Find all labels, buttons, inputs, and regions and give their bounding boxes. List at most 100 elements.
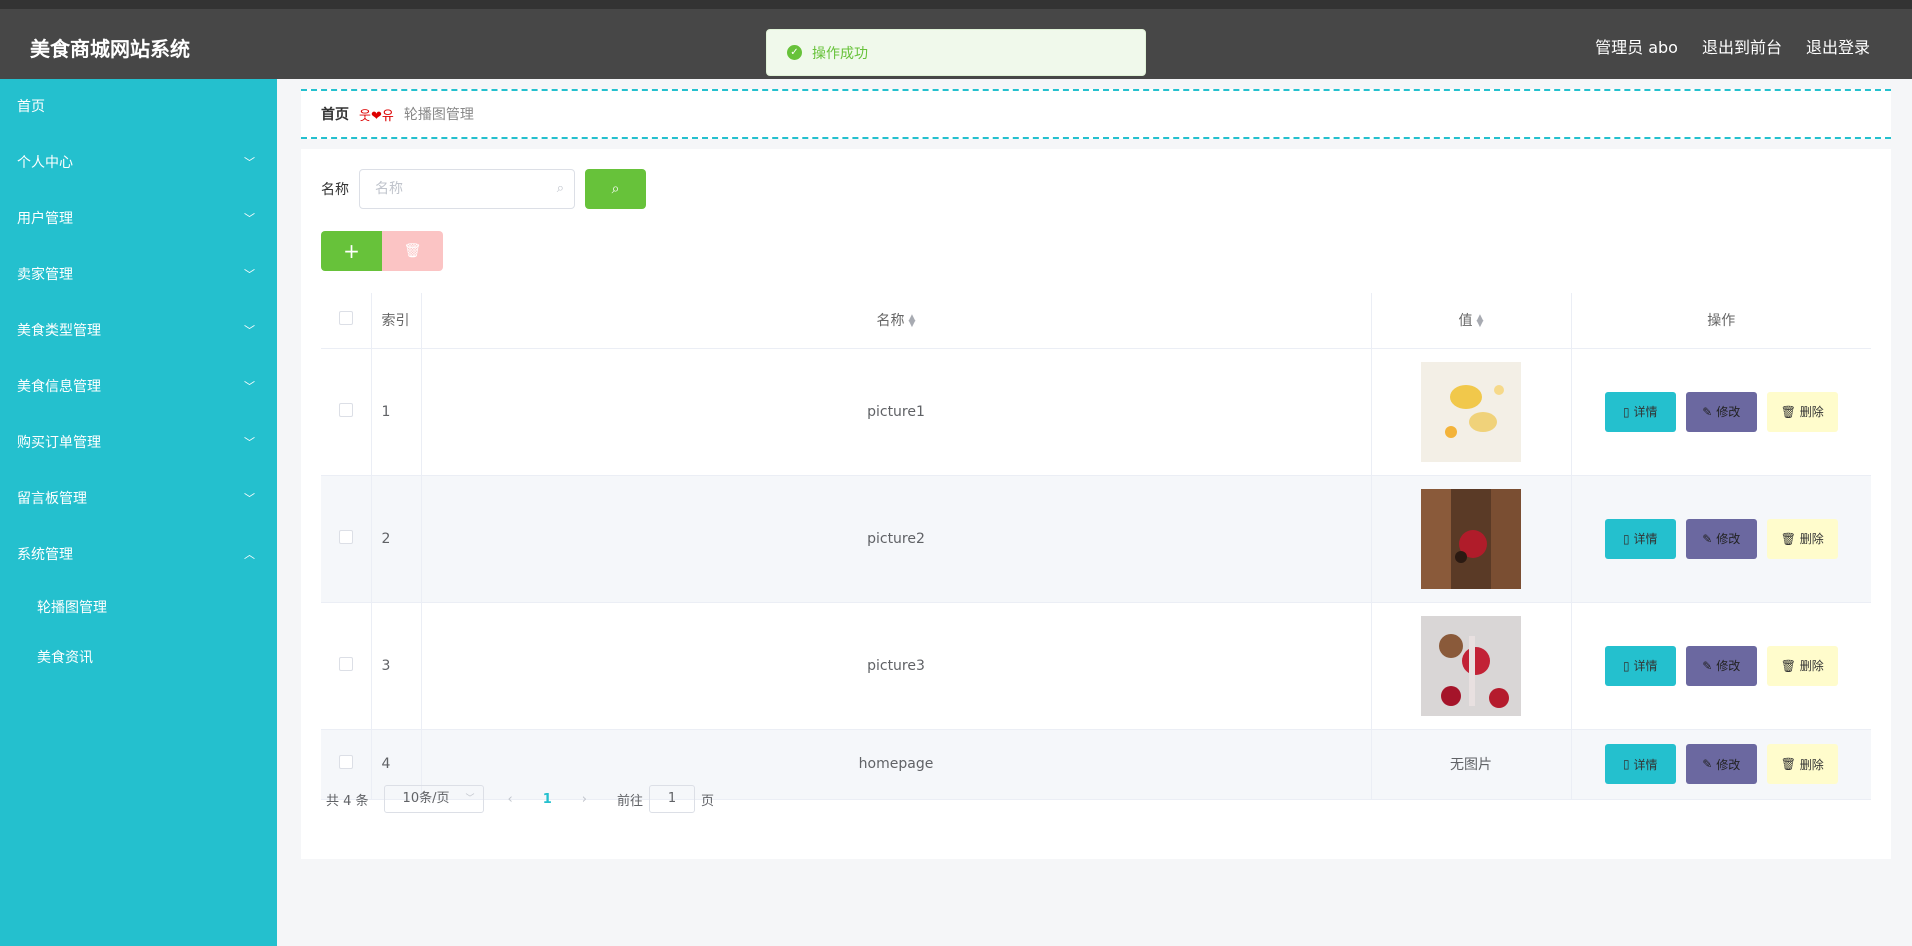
detail-button[interactable]: ▯ 详情 — [1604, 645, 1676, 686]
goto-label: 前往 — [617, 793, 644, 809]
sidebar-item-home[interactable]: 首页 — [0, 79, 277, 135]
header-value[interactable]: 值 ▲ ▼ — [1371, 293, 1572, 349]
sidebar-item-users[interactable]: 用户管理 ﹀ — [0, 191, 277, 247]
breadcrumb: 首页 웃❤유 轮播图管理 — [301, 89, 1891, 139]
admin-label: 管理员 abo — [1595, 38, 1678, 57]
exit-to-front-link[interactable]: 退出到前台 — [1702, 34, 1782, 58]
search-row: 名称 名称 ⌕ ⌕ — [321, 169, 646, 209]
search-label: 名称 — [321, 182, 349, 198]
row-checkbox[interactable] — [338, 656, 353, 671]
sidebar-item-label: 卖家管理 — [17, 267, 73, 283]
sidebar-item-profile[interactable]: 个人中心 ﹀ — [0, 135, 277, 191]
delete-label: 删除 — [1799, 532, 1824, 546]
detail-button[interactable]: ▯ 详情 — [1604, 391, 1676, 432]
data-table: 索引 名称 ▲ ▼ 值 ▲ ▼ 操作 1 picture1 ▯ 详情 ✎ 修改 … — [321, 293, 1871, 800]
row-ops: ▯ 详情 ✎ 修改 🗑 删除 — [1571, 475, 1871, 603]
row-ops: ▯ 详情 ✎ 修改 🗑 删除 — [1571, 348, 1871, 476]
row-checkbox[interactable] — [338, 529, 353, 544]
toast-message: 操作成功 — [812, 45, 868, 62]
row-select-cell — [321, 602, 372, 730]
chevron-down-icon: ﹀ — [244, 492, 255, 505]
sidebar-subitem-carousel[interactable]: 轮播图管理 — [0, 583, 277, 633]
row-ops: ▯ 详情 ✎ 修改 🗑 删除 — [1571, 602, 1871, 730]
trash-icon: 🗑 — [1780, 757, 1796, 771]
logout-link[interactable]: 退出登录 — [1806, 34, 1870, 58]
page-number[interactable]: 1 — [543, 792, 552, 807]
sidebar-item-messages[interactable]: 留言板管理 ﹀ — [0, 471, 277, 527]
edit-label: 修改 — [1716, 757, 1741, 772]
sidebar: 首页 个人中心 ﹀ 用户管理 ﹀ 卖家管理 ﹀ 美食类型管理 ﹀ 美食信息管理 ﹀ 购买订… — [0, 79, 277, 946]
carousel-thumbnail — [1421, 488, 1521, 589]
batch-delete-button[interactable]: 🗑 — [382, 231, 443, 271]
pencil-icon: ✎ — [1702, 404, 1713, 419]
edit-button[interactable]: ✎ 修改 — [1685, 744, 1757, 784]
header-name[interactable]: 名称 ▲ ▼ — [421, 293, 1372, 349]
row-value — [1371, 348, 1572, 476]
trash-icon: 🗑 — [1780, 658, 1796, 673]
goto-page-input[interactable]: 1 — [649, 785, 696, 813]
delete-button[interactable]: 🗑 删除 — [1766, 518, 1838, 559]
detail-label: 详情 — [1633, 659, 1658, 673]
delete-button[interactable]: 🗑 删除 — [1766, 391, 1838, 432]
row-index: 2 — [371, 475, 422, 603]
chevron-down-icon: ﹀ — [244, 324, 255, 337]
row-name: picture2 — [421, 475, 1372, 603]
search-placeholder: 名称 — [375, 181, 403, 197]
chevron-down-icon: ﹀ — [244, 380, 255, 393]
sidebar-item-label: 留言板管理 — [17, 491, 87, 507]
sidebar-item-system[interactable]: 系统管理 ︿ — [0, 527, 277, 583]
delete-button[interactable]: 🗑 删除 — [1766, 744, 1838, 784]
content-panel: 名称 名称 ⌕ ⌕ + 🗑 索引 名称 ▲ ▼ 值 ▲ ▼ 操作 1 pictu… — [301, 149, 1891, 859]
sidebar-subitem-news[interactable]: 美食资讯 — [0, 633, 277, 683]
row-value — [1371, 602, 1572, 730]
edit-label: 修改 — [1716, 405, 1741, 419]
table-header: 索引 名称 ▲ ▼ 值 ▲ ▼ 操作 — [321, 293, 1871, 349]
sidebar-item-food-info[interactable]: 美食信息管理 ﹀ — [0, 359, 277, 415]
sidebar-item-food-types[interactable]: 美食类型管理 ﹀ — [0, 303, 277, 359]
search-input[interactable]: 名称 ⌕ — [359, 169, 575, 209]
row-checkbox[interactable] — [338, 402, 353, 417]
delete-label: 删除 — [1799, 659, 1824, 673]
sort-icon[interactable]: ▲ ▼ — [1477, 314, 1484, 329]
edit-button[interactable]: ✎ 修改 — [1685, 518, 1757, 559]
search-icon: ⌕ — [556, 181, 564, 196]
delete-button[interactable]: 🗑 删除 — [1766, 645, 1838, 686]
edit-button[interactable]: ✎ 修改 — [1685, 645, 1757, 686]
header-name-label: 名称 — [876, 313, 905, 330]
add-button[interactable]: + — [321, 231, 382, 271]
breadcrumb-home[interactable]: 首页 — [321, 104, 349, 124]
detail-button[interactable]: ▯ 详情 — [1604, 518, 1676, 559]
row-value: 无图片 — [1371, 729, 1572, 800]
next-page-button[interactable]: › — [582, 792, 587, 807]
document-icon: ▯ — [1623, 658, 1630, 673]
action-row: + 🗑 — [321, 231, 443, 271]
trash-icon: 🗑 — [403, 243, 422, 259]
sort-icon[interactable]: ▲ ▼ — [909, 314, 916, 329]
document-icon: ▯ — [1623, 531, 1630, 546]
row-select-cell — [321, 475, 372, 603]
select-all-checkbox[interactable] — [338, 311, 353, 326]
detail-label: 详情 — [1633, 757, 1658, 772]
row-value — [1371, 475, 1572, 603]
sidebar-item-label: 美食类型管理 — [17, 323, 101, 339]
detail-button[interactable]: ▯ 详情 — [1604, 744, 1676, 784]
carousel-thumbnail — [1421, 615, 1521, 716]
document-icon: ▯ — [1623, 757, 1630, 771]
sidebar-item-sellers[interactable]: 卖家管理 ﹀ — [0, 247, 277, 303]
document-icon: ▯ — [1623, 404, 1630, 419]
sidebar-item-orders[interactable]: 购买订单管理 ﹀ — [0, 415, 277, 471]
plus-icon: + — [343, 239, 360, 263]
row-index: 3 — [371, 602, 422, 730]
success-toast: ✓ 操作成功 — [766, 29, 1146, 76]
row-checkbox[interactable] — [338, 755, 353, 769]
header-value-label: 值 — [1458, 313, 1473, 330]
row-select-cell — [321, 348, 372, 476]
prev-page-button[interactable]: ‹ — [508, 792, 513, 807]
header-index: 索引 — [371, 293, 422, 349]
chevron-up-icon: ︿ — [244, 548, 255, 561]
search-button[interactable]: ⌕ — [585, 169, 646, 209]
edit-button[interactable]: ✎ 修改 — [1685, 391, 1757, 432]
select-all-cell — [321, 293, 372, 349]
chevron-down-icon: ﹀ — [244, 212, 255, 225]
page-size-select[interactable]: 10条/页 ﹀ — [383, 785, 484, 813]
